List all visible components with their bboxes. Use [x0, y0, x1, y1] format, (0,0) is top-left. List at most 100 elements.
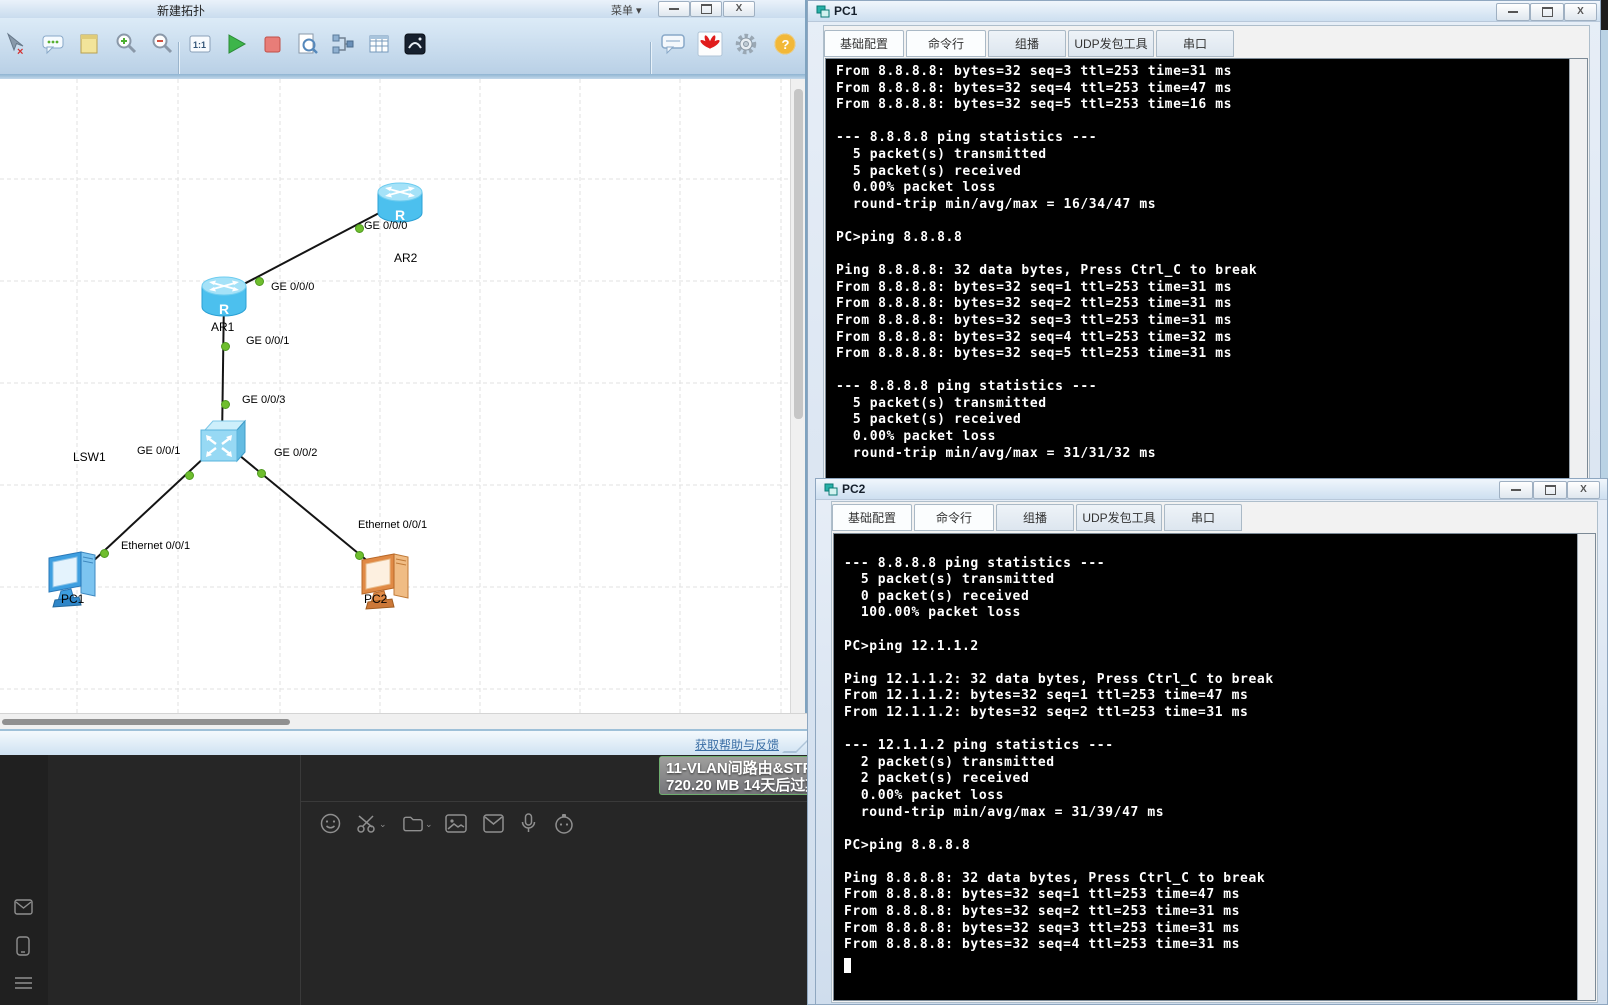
pc2-tab-multicast[interactable]: 组播: [996, 504, 1074, 531]
zoom-in-icon[interactable]: [112, 30, 140, 58]
terminal-line: Ping 8.8.8.8: 32 data bytes, Press Ctrl_…: [844, 871, 1575, 888]
wechat-chat-list[interactable]: [48, 753, 301, 1005]
horizontal-scrollbar-thumb[interactable]: [2, 719, 290, 725]
ensp-minimize-button[interactable]: [658, 1, 690, 17]
canvas-grid-and-links: [0, 79, 790, 713]
voice-icon[interactable]: [517, 812, 539, 834]
video-call-icon[interactable]: [553, 812, 575, 834]
snapshot-icon[interactable]: [401, 30, 429, 58]
wechat-nav-sidebar: [0, 753, 49, 1005]
terminal-line: 0.00% packet loss: [836, 180, 1567, 197]
settings-icon[interactable]: [732, 30, 760, 58]
terminal-line: [844, 539, 1575, 556]
desktop: 11-VLAN间路由&STP.mp4 720.20 MB 14天后过期 ◦ ▫ …: [0, 0, 1608, 1005]
terminal-line: --- 8.8.8.8 ping statistics ---: [836, 379, 1567, 396]
device-label-pc1: PC1: [61, 592, 84, 606]
stop-device-icon[interactable]: [258, 30, 286, 58]
wechat-window: 11-VLAN间路由&STP.mp4 720.20 MB 14天后过期 ◦ ▫ …: [0, 753, 812, 1005]
pointer-delete-icon[interactable]: ×: [2, 30, 30, 58]
pc2-tab-basic-config[interactable]: 基础配置: [832, 504, 912, 531]
pc2-close-button[interactable]: X: [1567, 481, 1600, 499]
huawei-logo-icon[interactable]: [696, 30, 724, 58]
pc2-titlebar[interactable]: PC2 X: [816, 479, 1607, 500]
canvas-vertical-scrollbar[interactable]: [790, 79, 806, 713]
pc1-titlebar[interactable]: PC1 X: [808, 1, 1600, 22]
port-dot: [355, 551, 364, 560]
menu-icon[interactable]: [14, 976, 33, 995]
help-feedback-link[interactable]: 获取帮助与反馈: [695, 736, 779, 753]
input-area-divider: [301, 801, 812, 802]
terminal-line: From 8.8.8.8: bytes=32 seq=5 ttl=253 tim…: [836, 346, 1567, 363]
screenshot-dropdown-icon[interactable]: ⌄: [379, 819, 387, 830]
ensp-maximize-button[interactable]: [690, 1, 722, 17]
port-label-ar1-ge000: GE 0/0/0: [271, 281, 314, 293]
terminal-line: [836, 363, 1567, 380]
device-grid-icon[interactable]: [365, 30, 393, 58]
terminal-line: 2 packet(s) transmitted: [844, 755, 1575, 772]
ensp-menu-button[interactable]: 菜单 ▾: [611, 2, 642, 18]
topology-view-icon[interactable]: [329, 30, 357, 58]
actual-size-icon[interactable]: 1:1: [186, 30, 214, 58]
pc1-tab-command-line[interactable]: 命令行: [906, 30, 986, 57]
pc1-minimize-button[interactable]: [1496, 3, 1530, 21]
terminal-line: From 12.1.1.2: bytes=32 seq=1 ttl=253 ti…: [844, 688, 1575, 705]
vertical-scrollbar-thumb[interactable]: [794, 89, 803, 419]
emoji-icon[interactable]: [319, 812, 341, 834]
video-file-meta: 720.20 MB 14天后过期: [666, 774, 820, 795]
resize-grip[interactable]: [782, 739, 810, 753]
image-icon[interactable]: [445, 812, 467, 834]
ensp-toolbar: × 1:1: [0, 18, 807, 74]
terminal-line: [836, 247, 1567, 264]
pc1-tab-multicast[interactable]: 组播: [988, 30, 1066, 57]
svg-text:×: ×: [17, 46, 23, 56]
canvas-horizontal-scrollbar[interactable]: [0, 713, 807, 730]
terminal-line: --- 8.8.8.8 ping statistics ---: [844, 556, 1575, 573]
port-dot: [257, 469, 266, 478]
terminal-line: Ping 8.8.8.8: 32 data bytes, Press Ctrl_…: [836, 263, 1567, 280]
pc2-tab-command-line[interactable]: 命令行: [914, 504, 994, 531]
pc1-tab-serial[interactable]: 串口: [1156, 30, 1234, 57]
feedback-icon[interactable]: [659, 30, 687, 58]
svg-text:?: ?: [782, 37, 790, 52]
pc2-terminal-scrollbar[interactable]: [1577, 534, 1595, 1000]
terminal-cursor: [844, 958, 851, 973]
pc2-terminal[interactable]: --- 8.8.8.8 ping statistics --- 5 packet…: [833, 533, 1596, 1001]
screenshot-icon[interactable]: [356, 812, 378, 834]
notepad-icon[interactable]: [75, 30, 103, 58]
zoom-out-icon[interactable]: [148, 30, 176, 58]
ensp-close-button[interactable]: X: [723, 1, 755, 17]
device-ar1[interactable]: R: [200, 276, 248, 323]
terminal-line: Ping 12.1.1.2: 32 data bytes, Press Ctrl…: [844, 672, 1575, 689]
device-lsw1[interactable]: [199, 418, 247, 469]
terminal-line: 0 packet(s) received: [844, 589, 1575, 606]
pc2-minimize-button[interactable]: [1499, 481, 1533, 499]
mail-icon[interactable]: [14, 899, 33, 920]
device-label-ar2: AR2: [394, 251, 417, 265]
pc1-close-button[interactable]: X: [1564, 3, 1597, 21]
file-icon[interactable]: [402, 812, 424, 834]
terminal-line: 100.00% packet loss: [844, 605, 1575, 622]
terminal-line: From 8.8.8.8: bytes=32 seq=5 ttl=253 tim…: [836, 97, 1567, 114]
phone-icon[interactable]: [16, 936, 30, 961]
pc1-tab-udp-tool[interactable]: UDP发包工具: [1068, 30, 1154, 57]
terminal-line: 5 packet(s) transmitted: [836, 396, 1567, 413]
help-icon[interactable]: ?: [771, 30, 799, 58]
pc2-tab-serial[interactable]: 串口: [1164, 504, 1242, 531]
file-dropdown-icon[interactable]: ⌄: [425, 819, 433, 830]
pc1-window-title: PC1: [834, 4, 857, 18]
terminal-line: round-trip min/avg/max = 31/31/32 ms: [836, 446, 1567, 463]
packet-capture-icon[interactable]: [293, 30, 321, 58]
terminal-line: --- 12.1.1.2 ping statistics ---: [844, 738, 1575, 755]
terminal-line: 5 packet(s) transmitted: [836, 147, 1567, 164]
pc2-maximize-button[interactable]: [1533, 481, 1567, 499]
ensp-titlebar[interactable]: 新建拓扑 菜单 ▾ X: [0, 0, 807, 19]
pc2-tab-udp-tool[interactable]: UDP发包工具: [1076, 504, 1162, 531]
pc1-maximize-button[interactable]: [1530, 3, 1564, 21]
comment-icon[interactable]: [39, 30, 67, 58]
terminal-line: 2 packet(s) received: [844, 771, 1575, 788]
start-device-icon[interactable]: [222, 30, 250, 58]
topology-canvas[interactable]: R R: [0, 79, 790, 713]
pc1-tab-basic-config[interactable]: 基础配置: [824, 30, 904, 57]
device-label-lsw1: LSW1: [73, 450, 106, 464]
card-icon[interactable]: [482, 812, 504, 834]
